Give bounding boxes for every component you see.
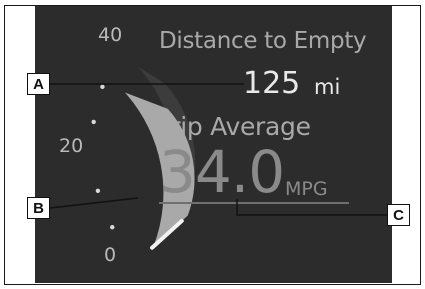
gauge-scale-bottom: 0 [104,244,117,266]
gauge-scale-dot [110,225,115,230]
gauge-scale-dot [100,84,105,90]
trip-average-underline [159,202,349,204]
callout-a-label: A [27,73,50,95]
distance-to-empty-value: 125 [243,66,301,101]
multi-information-display: 40 20 0 Distance to Empty 125 mi Trip Av… [35,6,392,283]
trip-average-value: 34.0 [159,138,285,206]
gauge-scale-dot [95,188,101,193]
gauge-scale-top: 40 [98,24,123,46]
trip-average-label: Trip Average [159,112,311,141]
trip-average-unit: MPG [285,178,328,200]
distance-to-empty-label: Distance to Empty [159,28,367,54]
gauge-dots [91,84,115,230]
distance-to-empty-unit: mi [314,75,341,99]
callout-b-label: B [27,197,50,219]
gauge-scale-mid: 20 [59,135,84,157]
gauge-scale-dot [91,119,96,125]
callout-c-label: C [387,204,410,226]
